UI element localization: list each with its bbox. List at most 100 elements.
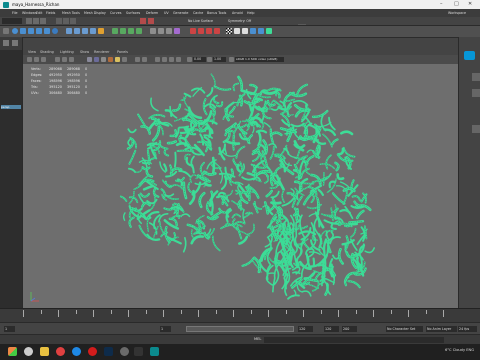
anti-aliasing-icon[interactable] [142, 57, 147, 62]
grid-icon[interactable] [55, 57, 60, 62]
quad-draw-icon[interactable] [174, 28, 180, 34]
minimize-icon[interactable]: – [440, 1, 443, 7]
target-weld-icon[interactable] [166, 28, 172, 34]
xgen-icon[interactable] [266, 28, 272, 34]
hair-mesh[interactable] [23, 64, 458, 308]
extrude-icon[interactable] [128, 28, 134, 34]
viewport-menu-shading[interactable]: Shading [40, 50, 54, 54]
exposure-icon[interactable] [187, 57, 192, 62]
cone-icon[interactable] [36, 28, 42, 34]
app-icon-dark[interactable] [134, 347, 143, 356]
xray-components-icon[interactable] [176, 57, 181, 62]
opera-icon[interactable] [88, 347, 97, 356]
sphere-icon[interactable] [12, 28, 18, 34]
smooth-shade-icon[interactable] [94, 57, 99, 62]
cylinder-icon[interactable] [28, 28, 34, 34]
menu-item-edit[interactable]: Edit [36, 11, 42, 15]
weather-condition[interactable]: Cloudy [453, 348, 465, 352]
menu-item-generate[interactable]: Generate [173, 11, 188, 15]
separate-icon[interactable] [74, 28, 80, 34]
checker-icon[interactable] [226, 28, 232, 34]
outliner-item-persp[interactable]: persp [1, 105, 21, 109]
range-slider[interactable] [186, 326, 294, 332]
isolate-select-icon[interactable] [155, 57, 160, 62]
cylindrical-map-icon[interactable] [206, 28, 212, 34]
close-icon[interactable]: ✕ [468, 1, 472, 7]
live-surface-field[interactable]: No Live Surface [188, 19, 213, 23]
mel-input[interactable] [264, 337, 444, 343]
viewport-menu-renderer[interactable]: Renderer [94, 50, 109, 54]
merge-icon[interactable] [150, 28, 156, 34]
lights-icon[interactable] [115, 57, 120, 62]
view-transform-dropdown[interactable]: sRGB 1.0 SDR video (sRGB) [235, 57, 284, 62]
camera-attributes-icon[interactable] [27, 57, 32, 62]
xray-joints-icon[interactable] [169, 57, 174, 62]
menu-item-fields[interactable]: Fields [46, 11, 55, 15]
viewport-menu-lighting[interactable]: Lighting [60, 50, 74, 54]
viewport-menu-show[interactable]: Show [80, 50, 89, 54]
weather-temp[interactable]: 6°C [445, 348, 452, 352]
menu-item-windows[interactable]: Windows [22, 11, 37, 15]
mel-label[interactable]: MEL [254, 337, 261, 341]
playback-end-field[interactable]: 200 [342, 326, 357, 332]
uv-editor-icon[interactable] [190, 28, 196, 34]
combine-icon[interactable] [66, 28, 72, 34]
viewport-menu-panels[interactable]: Panels [117, 50, 128, 54]
viewport-3d[interactable] [23, 64, 458, 308]
modeling-toolkit-tab[interactable] [472, 125, 480, 133]
planar-map-icon[interactable] [198, 28, 204, 34]
unfold-icon[interactable] [234, 28, 240, 34]
extract-icon[interactable] [82, 28, 88, 34]
language-indicator[interactable]: ENG [466, 348, 474, 352]
bookmark-icon[interactable] [34, 57, 39, 62]
menu-item-uv[interactable]: UV [164, 11, 169, 15]
move-tool-icon[interactable] [12, 40, 18, 46]
unity-icon[interactable] [120, 347, 129, 356]
layout-icon[interactable] [242, 28, 248, 34]
cut-icon[interactable] [258, 28, 264, 34]
exposure-field[interactable]: 0.00 [193, 57, 206, 62]
torus-icon[interactable] [52, 28, 58, 34]
time-slider[interactable] [0, 308, 480, 323]
image-plane-icon[interactable] [41, 57, 46, 62]
ambient-occlusion-icon[interactable] [135, 57, 140, 62]
fill-hole-icon[interactable] [136, 28, 142, 34]
auto-map-icon[interactable] [214, 28, 220, 34]
menu-item-bonus-tools[interactable]: Bonus Tools [207, 11, 226, 15]
select-tool-icon[interactable] [3, 40, 9, 46]
search-icon[interactable] [24, 347, 33, 356]
attribute-editor-tab[interactable] [472, 73, 480, 81]
bevel-icon[interactable] [112, 28, 118, 34]
maya-icon[interactable] [150, 347, 159, 356]
xray-icon[interactable] [162, 57, 167, 62]
chrome-icon[interactable] [56, 347, 65, 356]
menu-item-deform[interactable]: Deform [146, 11, 158, 15]
menu-item-mesh-display[interactable]: Mesh Display [84, 11, 106, 15]
wireframe-icon[interactable] [87, 57, 92, 62]
symmetry-field[interactable]: Symmetry: Off [228, 19, 251, 23]
menu-item-file[interactable]: File [12, 11, 18, 15]
gamma-field[interactable]: 1.00 [213, 57, 226, 62]
range-start-field[interactable]: 1 [160, 326, 171, 332]
menu-item-arnold[interactable]: Arnold [232, 11, 243, 15]
boolean-icon[interactable] [98, 28, 104, 34]
bridge-icon[interactable] [120, 28, 126, 34]
viewport-menu-view[interactable]: View [28, 50, 36, 54]
plane-icon[interactable] [44, 28, 50, 34]
wireframe-on-shaded-icon[interactable] [101, 57, 106, 62]
gamma-icon[interactable] [207, 57, 212, 62]
file-explorer-icon[interactable] [40, 347, 49, 356]
end-time-field[interactable]: 120 [324, 326, 339, 332]
menu-item-curves[interactable]: Curves [110, 11, 121, 15]
multicut-icon[interactable] [158, 28, 164, 34]
maximize-icon[interactable]: □ [454, 1, 459, 7]
fps-dropdown[interactable]: 24 fps [458, 326, 477, 332]
start-icon[interactable] [8, 347, 17, 356]
character-set-dropdown[interactable]: No Character Set [386, 326, 423, 332]
sew-icon[interactable] [250, 28, 256, 34]
anim-layer-dropdown[interactable]: No Anim Layer [426, 326, 457, 332]
edge-icon[interactable] [72, 347, 81, 356]
cube-icon[interactable] [20, 28, 26, 34]
shadows-icon[interactable] [122, 57, 127, 62]
color-management-icon[interactable] [229, 57, 234, 62]
